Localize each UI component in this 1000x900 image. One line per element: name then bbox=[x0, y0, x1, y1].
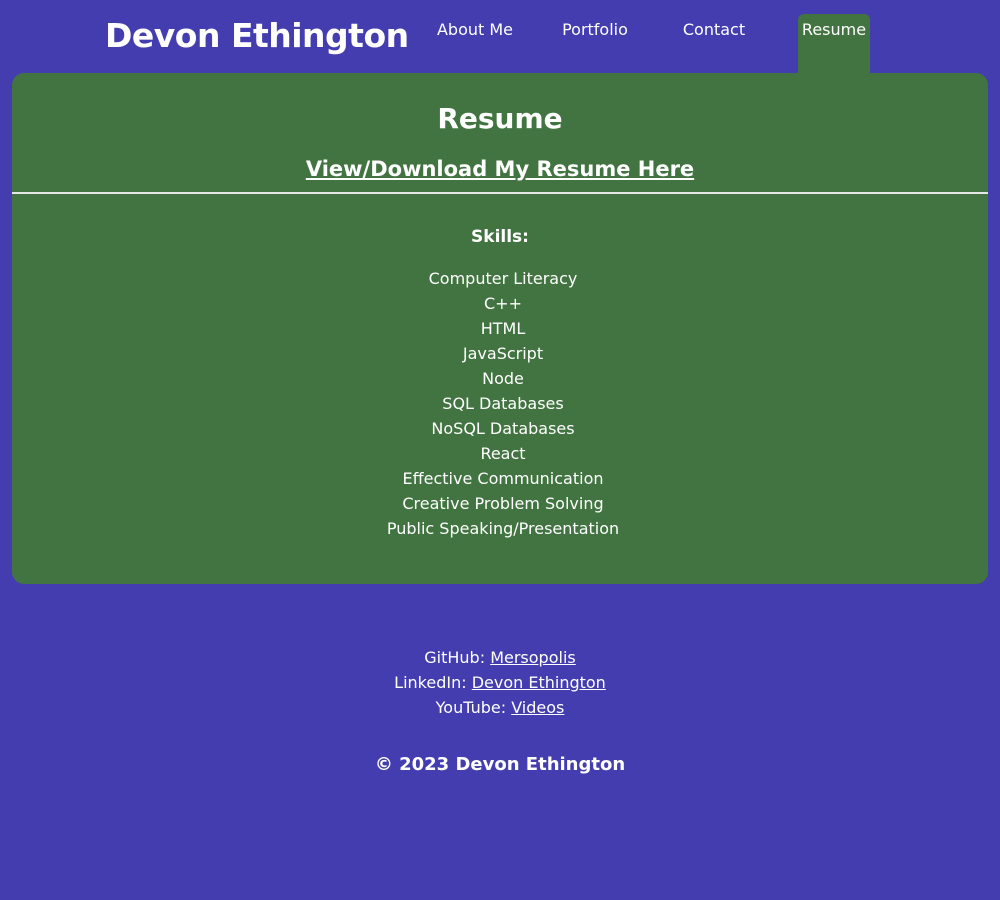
skill-item: JavaScript bbox=[462, 344, 544, 363]
youtube-label: YouTube: bbox=[435, 698, 507, 717]
resume-link-container: View/Download My Resume Here bbox=[12, 151, 988, 187]
skill-item: Computer Literacy bbox=[428, 269, 578, 288]
nav-contact-label: Contact bbox=[682, 20, 746, 39]
nav-resume-label: Resume bbox=[801, 20, 867, 39]
github-link[interactable]: Mersopolis bbox=[490, 648, 576, 667]
copyright: © 2023 Devon Ethington bbox=[374, 754, 626, 775]
nav-about-me-label: About Me bbox=[436, 20, 514, 39]
skill-item: Node bbox=[482, 369, 524, 388]
skill-item: SQL Databases bbox=[442, 394, 564, 413]
nav-resume-active-tab[interactable]: Resume bbox=[798, 14, 870, 74]
github-row: GitHub: Mersopolis bbox=[0, 645, 1000, 670]
skills-heading: Skills: bbox=[471, 227, 529, 247]
skills-list: Computer Literacy C++ HTML JavaScript No… bbox=[12, 266, 994, 541]
nav-contact[interactable]: Contact bbox=[670, 14, 758, 74]
github-label: GitHub: bbox=[424, 648, 486, 667]
youtube-row: YouTube: Videos bbox=[0, 695, 1000, 720]
skill-item: Effective Communication bbox=[402, 469, 604, 488]
skill-item: C++ bbox=[484, 294, 522, 313]
youtube-link[interactable]: Videos bbox=[511, 698, 564, 717]
skill-item: HTML bbox=[480, 319, 526, 338]
linkedin-row: LinkedIn: Devon Ethington bbox=[0, 670, 1000, 695]
nav-portfolio-label: Portfolio bbox=[562, 20, 628, 39]
nav-portfolio[interactable]: Portfolio bbox=[550, 14, 640, 74]
resume-panel: Resume View/Download My Resume Here Skil… bbox=[12, 73, 988, 584]
divider bbox=[12, 192, 988, 194]
linkedin-label: LinkedIn: bbox=[394, 673, 467, 692]
skill-item: Public Speaking/Presentation bbox=[386, 519, 620, 538]
site-header: Devon Ethington About Me Portfolio Conta… bbox=[0, 0, 1000, 74]
skill-item: React bbox=[480, 444, 526, 463]
site-footer: GitHub: Mersopolis LinkedIn: Devon Ethin… bbox=[0, 645, 1000, 720]
site-title: Devon Ethington bbox=[105, 16, 409, 55]
skill-item: NoSQL Databases bbox=[431, 419, 575, 438]
page-title: Resume bbox=[437, 102, 563, 135]
linkedin-link[interactable]: Devon Ethington bbox=[472, 673, 606, 692]
nav-about-me[interactable]: About Me bbox=[430, 14, 520, 74]
view-download-resume-link[interactable]: View/Download My Resume Here bbox=[306, 157, 694, 181]
skill-item: Creative Problem Solving bbox=[402, 494, 604, 513]
